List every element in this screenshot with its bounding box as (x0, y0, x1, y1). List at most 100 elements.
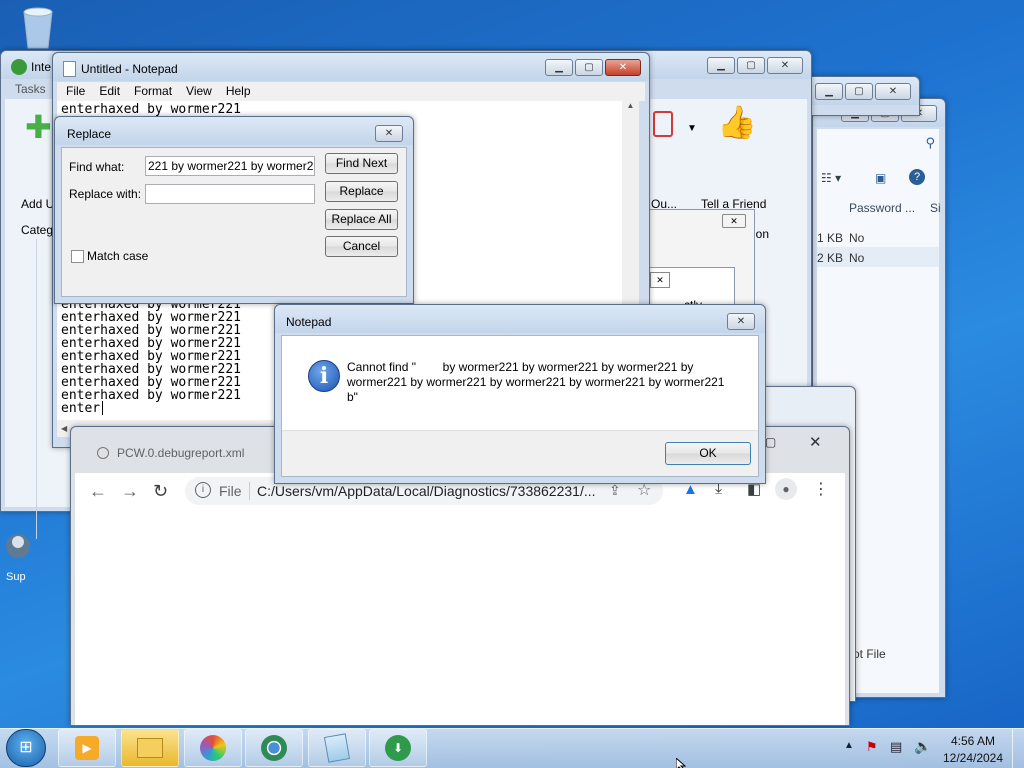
text-line: enterhaxed by wormer221 (61, 102, 242, 117)
menu-help[interactable]: Help (226, 82, 251, 101)
close-icon[interactable]: ✕ (727, 313, 755, 330)
notepad-icon (63, 61, 76, 77)
tray-show-hidden-icon[interactable]: ▲ (844, 740, 854, 751)
row-size: 2 KB (817, 251, 844, 265)
help-icon[interactable]: ? (909, 169, 925, 185)
browser-icon (261, 735, 287, 761)
taskbar-notepad[interactable] (308, 729, 366, 767)
thumbs-up-icon[interactable]: 👍 (717, 105, 757, 139)
menu-tasks[interactable]: Tasks (15, 82, 46, 96)
minimize-icon[interactable]: ▁ (815, 83, 843, 100)
maximize-icon[interactable]: ▢ (765, 435, 776, 449)
browser-tab-title[interactable]: PCW.0.debugreport.xml (117, 446, 244, 460)
message-box-title: Notepad (286, 315, 332, 329)
menu-icon[interactable]: ⋮ (813, 479, 829, 499)
find-what-label: Find what: (69, 160, 125, 174)
category-label: Categ (21, 223, 54, 237)
replace-button[interactable]: Replace (325, 181, 398, 202)
notepad-menubar: File Edit Format View Help (57, 82, 645, 101)
text-line: enterhaxed by wormer221 (61, 310, 242, 325)
folder-icon (137, 738, 163, 758)
close-icon[interactable]: ✕ (809, 433, 822, 451)
view-icon[interactable]: ☷ ▾ (821, 171, 841, 185)
toolbar-icon[interactable] (653, 111, 673, 137)
row-password: No (849, 251, 865, 265)
notepad-title: Untitled - Notepad (81, 62, 178, 76)
replace-all-button[interactable]: Replace All (325, 209, 398, 230)
replace-dialog-title: Replace (67, 127, 112, 141)
ok-button[interactable]: OK (665, 442, 751, 465)
search-icon[interactable]: ⚲ (925, 135, 935, 151)
app-icon (11, 59, 27, 75)
taskbar-idm[interactable]: ⬇ (369, 729, 427, 767)
reload-icon[interactable]: ↻ (153, 481, 168, 502)
volume-icon[interactable]: 🔈 (914, 738, 931, 755)
cancel-button[interactable]: Cancel (325, 236, 398, 257)
pane-icon[interactable]: ▣ (875, 171, 886, 185)
menu-file[interactable]: File (66, 82, 85, 101)
text-line: enter (61, 401, 101, 416)
replace-dialog[interactable]: Replace ✕ Find what: 221 by wormer221 by… (54, 116, 414, 304)
show-desktop-button[interactable] (1012, 729, 1024, 768)
row-size: 1 KB (817, 231, 844, 245)
start-button[interactable]: ⊞ (6, 729, 46, 767)
menu-format[interactable]: Format (134, 82, 172, 101)
replace-with-input[interactable] (145, 184, 315, 204)
info-icon[interactable]: i (195, 482, 211, 498)
category-tree[interactable] (21, 239, 37, 539)
match-case-checkbox[interactable] (71, 250, 84, 263)
menu-edit[interactable]: Edit (99, 82, 120, 101)
profile-avatar[interactable]: ● (775, 478, 797, 500)
taskbar-chrome[interactable] (245, 729, 303, 767)
action-center-icon[interactable]: ⚑ (866, 739, 878, 755)
find-what-input[interactable]: 221 by wormer221 by wormer221 b (145, 156, 315, 176)
recycle-bin-icon[interactable] (18, 6, 58, 50)
info-icon: i (308, 360, 340, 392)
row-password: No (849, 231, 865, 245)
close-icon[interactable]: ✕ (722, 214, 746, 228)
address-text[interactable]: C:/Users/vm/AppData/Local/Diagnostics/73… (257, 483, 596, 499)
desktop-shortcut-label: Sup (6, 571, 26, 583)
close-icon[interactable]: ✕ (605, 59, 641, 76)
tab-favicon (97, 447, 109, 459)
clock-time[interactable]: 4:56 AM (948, 734, 998, 748)
maximize-icon[interactable]: ▢ (737, 57, 765, 74)
close-icon[interactable]: ✕ (650, 272, 670, 288)
text-cursor (102, 401, 103, 415)
mouse-pointer-icon (675, 756, 688, 768)
app-icon (200, 735, 226, 761)
taskbar-explorer[interactable] (121, 729, 179, 767)
find-next-button[interactable]: Find Next (325, 153, 398, 174)
clock-date[interactable]: 12/24/2024 (940, 751, 1006, 765)
forward-icon[interactable]: → (121, 481, 139, 502)
back-icon[interactable]: ← (89, 481, 107, 502)
replace-with-label: Replace with: (69, 187, 142, 201)
back-window-title: Inte (31, 60, 52, 74)
taskbar-app[interactable] (184, 729, 242, 767)
column-header-si[interactable]: Si (930, 201, 941, 215)
close-icon[interactable]: ✕ (767, 57, 803, 74)
menu-view[interactable]: View (186, 82, 212, 101)
notepad-icon (323, 733, 351, 763)
maximize-icon[interactable]: ▢ (845, 83, 873, 100)
background-window-2[interactable]: ▁ ▢ ✕ (800, 76, 920, 116)
media-player-icon: ▶ (75, 736, 99, 760)
chevron-down-icon[interactable]: ▼ (687, 123, 697, 134)
ion-label: ion (753, 227, 770, 241)
share-icon[interactable]: ⇪ (609, 482, 621, 499)
maximize-icon[interactable]: ▢ (575, 59, 603, 76)
address-prefix: File (219, 483, 242, 499)
add-url-icon[interactable]: ✚ (25, 111, 52, 143)
minimize-icon[interactable]: ▁ (707, 57, 735, 74)
taskbar-media-player[interactable]: ▶ (58, 729, 116, 767)
minimize-icon[interactable]: ▁ (545, 59, 573, 76)
column-header-password[interactable]: Password ... (849, 201, 915, 215)
message-text: Cannot find " by wormer221 by wormer221 … (347, 360, 728, 404)
notepad-message-box[interactable]: Notepad ✕ i Cannot find " by wormer221 b… (274, 304, 766, 484)
download-manager-icon: ⬇ (385, 735, 411, 761)
close-icon[interactable]: ✕ (375, 125, 403, 142)
match-case-label[interactable]: Match case (87, 249, 148, 263)
browser-content[interactable] (75, 509, 845, 725)
close-icon[interactable]: ✕ (875, 83, 911, 100)
network-icon[interactable]: ▤ (890, 739, 902, 755)
